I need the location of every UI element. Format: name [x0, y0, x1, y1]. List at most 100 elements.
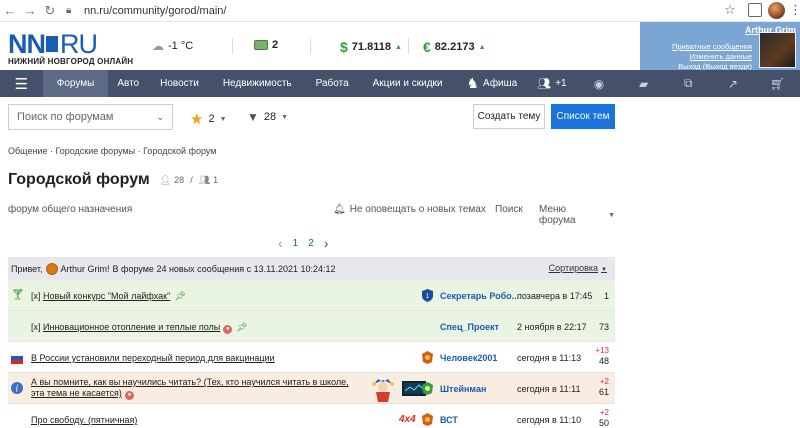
- topic-list-button[interactable]: Список тем: [551, 104, 615, 129]
- favorites-count: 2: [208, 113, 215, 125]
- logo-ru: RU: [60, 29, 98, 59]
- chat-icon[interactable]: ▰: [621, 77, 666, 91]
- topic-title[interactable]: [x] Новый конкурс "Мой лайфхак" 📌︎: [31, 291, 186, 302]
- forum-subheader: форум общего назначения 🔔︎ Не оповещать …: [8, 204, 615, 226]
- topic-row[interactable]: Про свободу. (пятничная) 4x4 ВСТ сегодня…: [8, 404, 615, 428]
- nav-friends[interactable]: 👥︎ +1: [527, 70, 576, 97]
- create-topic-button[interactable]: Создать тему: [473, 104, 545, 129]
- arrow-icon[interactable]: ↗: [711, 77, 756, 91]
- forward-arrow-icon[interactable]: →: [20, 1, 40, 21]
- up-arrow-icon: ▲: [394, 43, 402, 51]
- forum-menu[interactable]: Меню форума ▼: [539, 204, 615, 226]
- filter-count: 28: [263, 111, 277, 123]
- usd-rate[interactable]: $ 71.8118 ▲: [340, 39, 402, 55]
- members-stat[interactable]: 👤︎ 28 / 👥︎ 1: [160, 175, 218, 186]
- user-panel: Arthur Grim Приватные сообщения Изменить…: [640, 22, 800, 71]
- topic-title-text[interactable]: Новый конкурс "Мой лайфхак": [43, 291, 170, 301]
- topic-title[interactable]: Про свободу. (пятничная): [31, 415, 137, 425]
- topic-date: сегодня в 11:10: [517, 415, 582, 425]
- next-page-icon[interactable]: ›: [324, 235, 329, 251]
- topic-author[interactable]: Человек2001: [440, 353, 518, 363]
- nav-afisha[interactable]: ♞ Афиша: [454, 70, 527, 97]
- header-divider: [408, 38, 409, 54]
- filter-button[interactable]: ▼ 28 ▼: [247, 110, 288, 124]
- pagination: ‹ 1 2 ›: [278, 235, 328, 251]
- nav-forums[interactable]: Форумы: [42, 70, 109, 97]
- favorites-button[interactable]: ★ 2 ▼: [190, 110, 227, 128]
- filter-icon: ▼: [247, 110, 259, 124]
- user-avatar-small: [45, 262, 58, 275]
- prev-page-icon[interactable]: ‹: [278, 235, 283, 251]
- eur-rate[interactable]: € 82.2173 ▲: [423, 39, 486, 55]
- user-avatar[interactable]: [759, 32, 796, 68]
- traffic-value: 2: [272, 39, 279, 51]
- topic-row[interactable]: [x] Инновационное отопление и теплые пол…: [8, 311, 615, 342]
- topic-row[interactable]: В России установили переходный период дл…: [8, 342, 615, 373]
- nav-realty[interactable]: Недвижимость: [211, 70, 304, 97]
- browser-menu-icon[interactable]: ⋮: [789, 3, 800, 16]
- nav-news[interactable]: Новости: [148, 70, 211, 97]
- rank-badge-icon: [422, 413, 433, 426]
- topic-row[interactable]: 🍸︎ [x] Новый конкурс "Мой лайфхак" 📌︎ 1 С…: [8, 280, 615, 311]
- eye-icon[interactable]: ◉: [577, 77, 622, 91]
- 4x4-sticker: 4x4: [399, 414, 416, 425]
- extension-icon[interactable]: [748, 3, 762, 17]
- pin-icon: 📌︎: [174, 291, 186, 301]
- topic-prefix: [x]: [31, 322, 44, 332]
- browser-toolbar: ← → ↻ 🔒︎ nn.ru/community/gorod/main/ ☆ ⋮: [0, 0, 800, 22]
- topic-title-text[interactable]: Инновационное отопление и теплые полы: [43, 322, 220, 332]
- back-arrow-icon[interactable]: ←: [0, 1, 20, 21]
- sort-label: Сортировка: [548, 263, 599, 273]
- topic-author[interactable]: Спец_Проект: [440, 322, 518, 332]
- topic-title-text[interactable]: А вы помните, как вы научились читать? (…: [31, 377, 349, 398]
- chevron-down-icon: ▼: [608, 211, 615, 219]
- rank-badge-icon: [422, 382, 433, 395]
- up-arrow-icon: ▲: [478, 43, 486, 51]
- edit-data-link[interactable]: Изменить данные: [640, 52, 752, 62]
- chevron-down-icon: ▼: [219, 115, 227, 123]
- traffic-widget[interactable]: 2: [254, 39, 278, 51]
- eur-value: 82.2173: [434, 41, 475, 53]
- page-1[interactable]: 1: [293, 238, 299, 249]
- topic-author[interactable]: Штейнман: [440, 384, 518, 394]
- topic-title[interactable]: [x] Инновационное отопление и теплые пол…: [31, 322, 248, 334]
- chevron-down-icon: ⌄: [156, 111, 164, 122]
- site-logo[interactable]: NN RU НИЖНИЙ НОВГОРОД ОНЛАЙН: [8, 29, 133, 67]
- user-icon: 👤︎: [159, 174, 172, 185]
- cart-icon[interactable]: 🛒︎: [755, 77, 800, 91]
- topic-title[interactable]: В России установили переходный период дл…: [31, 353, 275, 363]
- jester-sticker-icon: [372, 379, 394, 402]
- nav-deals[interactable]: Акции и скидки: [361, 70, 455, 97]
- address-bar[interactable]: 🔒︎ nn.ru/community/gorod/main/: [66, 2, 746, 20]
- weather-widget[interactable]: ☁ -1 °C: [152, 39, 193, 53]
- total-count: 48: [598, 356, 609, 366]
- reload-icon[interactable]: ↻: [40, 1, 60, 21]
- header-divider: [310, 38, 311, 54]
- forum-search-select[interactable]: Поиск по форумам ⌄: [8, 104, 173, 130]
- chevron-down-icon: ▼: [281, 113, 289, 121]
- topic-count: 73: [598, 322, 609, 332]
- topic-author[interactable]: ВСТ: [440, 415, 518, 425]
- topic-title[interactable]: А вы помните, как вы научились читать? (…: [31, 377, 361, 400]
- notify-toggle[interactable]: 🔔︎ Не оповещать о новых темах: [333, 204, 486, 215]
- browser-profile-avatar[interactable]: [768, 2, 785, 19]
- weather-value: -1 °C: [168, 40, 194, 52]
- topic-author[interactable]: Секретарь Робо...: [440, 291, 518, 301]
- nav-auto[interactable]: Авто: [108, 70, 148, 97]
- nav-jobs[interactable]: Работа: [304, 70, 361, 97]
- topic-prefix: [x]: [31, 291, 44, 301]
- topic-row[interactable]: i А вы помните, как вы научились читать?…: [8, 373, 615, 404]
- hamburger-menu-icon[interactable]: ☰: [0, 70, 43, 97]
- sort-dropdown[interactable]: Сортировка ▼: [549, 263, 607, 273]
- page-2[interactable]: 2: [308, 238, 314, 249]
- theater-icon: ♞: [466, 75, 480, 91]
- greeting-row: Привет, Arthur Grim! В форуме 24 новых с…: [8, 257, 615, 280]
- private-messages-link[interactable]: Приватные сообщения: [640, 42, 752, 52]
- topic-title-text[interactable]: В России установили переходный период дл…: [31, 353, 275, 363]
- topic-title-text[interactable]: Про свободу. (пятничная): [31, 415, 137, 425]
- main-nav: ☰ Форумы Авто Новости Недвижимость Работ…: [0, 70, 800, 97]
- forum-search-link[interactable]: Поиск: [495, 204, 523, 215]
- bookmark-star-icon[interactable]: ☆: [724, 2, 736, 18]
- breadcrumb[interactable]: Общение · Городские форумы · Городской ф…: [8, 146, 216, 156]
- layers-icon[interactable]: ⧉: [666, 76, 711, 91]
